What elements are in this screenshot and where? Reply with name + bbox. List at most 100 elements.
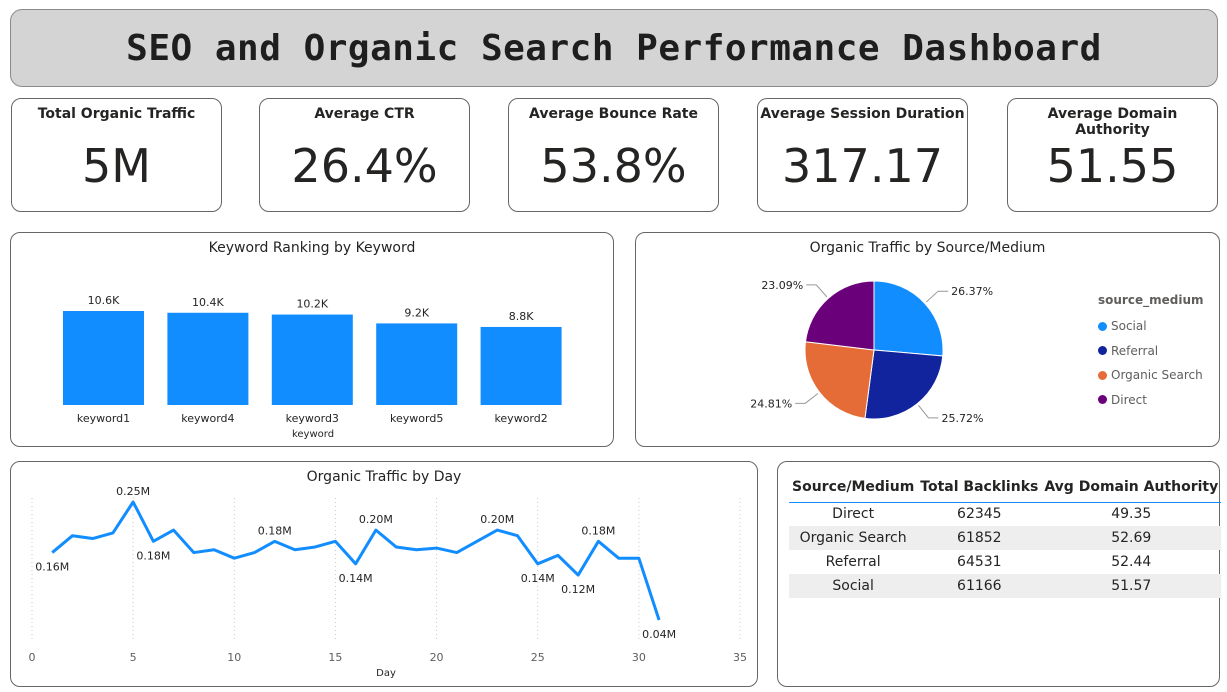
backlinks-table: Source/Medium Total Backlinks Avg Domain… [789, 472, 1222, 598]
line-data-label: 0.12M [561, 583, 595, 596]
line-data-label: 0.20M [359, 513, 393, 526]
bar-keyword3[interactable] [271, 314, 353, 405]
table-cell: 52.44 [1111, 554, 1152, 570]
line-data-label: 0.14M [521, 572, 555, 585]
line-data-label: 0.14M [339, 572, 373, 585]
table-header-row: Source/Medium Total Backlinks Avg Domain… [789, 472, 1222, 503]
kpi-label: Average CTR [314, 106, 415, 122]
legend-dot-icon [1098, 321, 1107, 331]
table-cell: Referral [825, 554, 881, 570]
bar-data-label: 10.4K [192, 296, 224, 309]
x-tick-label: 5 [130, 651, 137, 664]
pie-data-label: 25.72% [941, 412, 983, 425]
table-row[interactable]: Social 61166 51.57 [789, 574, 1222, 598]
table-row[interactable]: Referral 64531 52.44 [789, 550, 1221, 574]
line-data-label: 0.18M [581, 524, 615, 537]
x-tick-label: 10 [227, 651, 241, 664]
kpi-card-average-ctr[interactable]: Average CTR 26.4% [259, 98, 470, 212]
legend-item-social[interactable]: Social [1098, 314, 1204, 339]
x-tick-label: 0 [29, 651, 36, 664]
table-cell: 61166 [917, 574, 1042, 598]
bar-data-label: 10.6K [88, 294, 120, 307]
table-row[interactable]: Organic Search 61852 52.69 [789, 526, 1222, 550]
x-tick-label: keyword4 [181, 412, 234, 425]
column-header-total-backlinks[interactable]: Total Backlinks [917, 472, 1042, 503]
kpi-label: Total Organic Traffic [37, 106, 196, 122]
dashboard-title: SEO and Organic Search Performance Dashb… [126, 27, 1102, 69]
x-tick-label: keyword5 [390, 412, 443, 425]
bar-keyword2[interactable] [480, 326, 562, 405]
x-axis-label: Day [376, 668, 396, 679]
kpi-value: 51.55 [1046, 139, 1179, 193]
kpi-label: Average Bounce Rate [528, 106, 698, 122]
bar-data-label: 10.2K [296, 298, 328, 311]
kpi-label: Average Session Duration [760, 106, 965, 122]
legend-label: Referral [1111, 343, 1159, 358]
x-tick-label: 35 [733, 651, 747, 664]
bar-data-label: 8.8K [509, 310, 534, 323]
table-cell: 62345 [957, 506, 1002, 523]
kpi-card-average-domain-authority[interactable]: Average Domain Authority 51.55 [1007, 98, 1218, 212]
pie-data-label: 26.37% [951, 285, 993, 298]
table-cell: 64531 [957, 554, 1002, 570]
keyword-ranking-bar-chart: 10.6K keyword1 10.4K keyword4 10.2K keyword3 9… [63, 294, 562, 440]
x-tick-label: 15 [328, 651, 342, 664]
legend-item-organic-search[interactable]: Organic Search [1098, 363, 1204, 388]
pie-legend: source_medium Social Referral Organic Sear… [1098, 293, 1204, 412]
table-cell: 51.57 [1041, 574, 1222, 598]
table-cell: Social [789, 574, 918, 598]
organic-traffic-by-day-panel[interactable]: Organic Traffic by Day 0 5 10 15 20 25 30 35 Day… [10, 461, 758, 687]
table-row[interactable]: Direct 62345 49.35 [789, 502, 1221, 526]
x-tick-label: keyword1 [77, 412, 130, 425]
organic-traffic-line-chart: 0 5 10 15 20 25 30 35 Day 0.16M 0.25M 0.18M 0.18M 0.1… [29, 485, 748, 679]
organic-traffic-source-panel[interactable]: Organic Traffic by Source/Medium 26.37% 2… [635, 232, 1220, 447]
line-data-label: 0.16M [35, 561, 69, 574]
bar-keyword1[interactable] [63, 311, 144, 405]
table-cell: 49.35 [1111, 506, 1152, 523]
dashboard-title-bar: SEO and Organic Search Performance Dashb… [10, 9, 1218, 87]
x-tick-label: 20 [430, 651, 444, 664]
legend-dot-icon [1098, 346, 1107, 356]
line-data-label: 0.20M [480, 513, 514, 526]
kpi-card-average-bounce-rate[interactable]: Average Bounce Rate 53.8% [508, 98, 719, 212]
line-data-label: 0.18M [136, 549, 170, 562]
bar-data-label: 9.2K [404, 306, 429, 319]
kpi-label: Average Domain Authority [1047, 106, 1178, 138]
x-axis-label: keyword [292, 429, 334, 440]
kpi-value: 5M [82, 139, 151, 193]
pie-leader-line [918, 405, 939, 419]
organic-traffic-pie-chart: 26.37% 25.72% 24.81% 23.09% [750, 279, 993, 425]
kpi-card-average-session-duration[interactable]: Average Session Duration 317.17 [757, 98, 968, 212]
pie-slice-organic-search[interactable] [804, 341, 875, 419]
pie-slice-social[interactable] [873, 280, 944, 357]
backlinks-table-panel[interactable]: Source/Medium Total Backlinks Avg Domain… [777, 461, 1222, 687]
legend-item-direct[interactable]: Direct [1098, 388, 1204, 413]
bar-keyword4[interactable] [167, 312, 249, 405]
legend-item-referral[interactable]: Referral [1098, 339, 1204, 364]
kpi-value: 26.4% [291, 139, 438, 193]
keyword-ranking-chart-panel[interactable]: Keyword Ranking by Keyword 10.6K keyword1… [10, 232, 614, 447]
line-data-label: 0.04M [642, 628, 676, 641]
pie-slice-direct[interactable] [804, 280, 875, 351]
pie-slice-referral[interactable] [864, 349, 944, 420]
bar-keyword5[interactable] [376, 323, 458, 405]
table-cell: Direct [832, 506, 875, 523]
legend-title: source_medium [1098, 293, 1204, 307]
legend-label: Organic Search [1111, 368, 1203, 383]
pie-leader-line [795, 393, 819, 404]
pie-leader-line [806, 284, 828, 298]
table-cell: 52.69 [1041, 526, 1222, 550]
line-data-label: 0.25M [116, 485, 150, 498]
legend-dot-icon [1098, 370, 1107, 380]
column-header-source-medium[interactable]: Source/Medium [789, 472, 918, 503]
pie-data-label: 23.09% [761, 279, 803, 292]
kpi-card-total-organic-traffic[interactable]: Total Organic Traffic 5M [11, 98, 222, 212]
legend-label: Social [1111, 319, 1147, 334]
kpi-value: 53.8% [540, 139, 687, 193]
x-tick-label: 25 [531, 651, 545, 664]
x-tick-label: keyword2 [494, 412, 547, 425]
legend-label: Direct [1111, 392, 1147, 407]
x-tick-label: keyword3 [286, 412, 339, 425]
column-header-avg-domain-authority[interactable]: Avg Domain Authority [1041, 472, 1222, 503]
pie-data-label: 24.81% [750, 397, 792, 410]
